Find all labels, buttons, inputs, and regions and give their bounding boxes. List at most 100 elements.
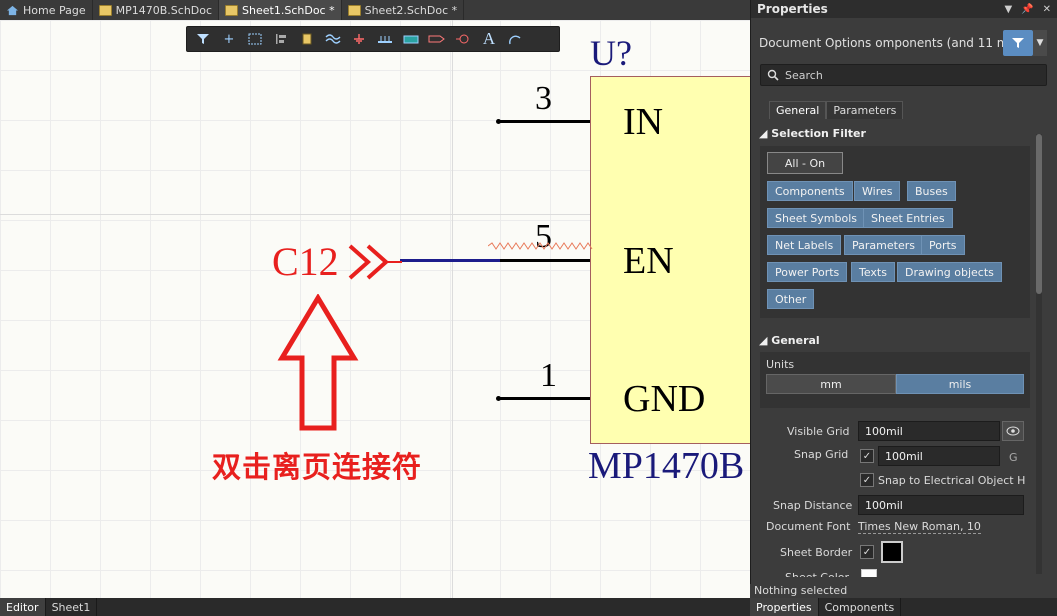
all-on-button[interactable]: All - On (767, 152, 843, 174)
annotation-text: 双击离页连接符 (212, 450, 423, 484)
search-icon (767, 69, 779, 81)
text-icon[interactable]: A (478, 29, 500, 49)
filter-components[interactable]: Components (767, 181, 853, 201)
harness-icon[interactable] (400, 29, 422, 49)
filter-sheet-symbols[interactable]: Sheet Symbols (767, 208, 866, 228)
panel-header: Properties ▼ 📌 ✕ (751, 0, 1057, 18)
add-icon[interactable]: + (218, 29, 240, 49)
wire-icon[interactable] (322, 29, 344, 49)
filter-other[interactable]: Other (767, 289, 815, 309)
home-icon (7, 5, 18, 15)
filter-drawing-objects[interactable]: Drawing objects (897, 262, 1002, 282)
error-squiggle (488, 242, 593, 250)
power-icon[interactable] (348, 29, 370, 49)
visible-grid-input[interactable]: 100mil (858, 421, 1000, 441)
filter-texts[interactable]: Texts (851, 262, 895, 282)
snap-grid-shortcut: G (1009, 451, 1018, 464)
pin-line-en[interactable] (498, 259, 590, 262)
filter-ports[interactable]: Ports (921, 235, 965, 255)
filter-parameters[interactable]: Parameters (844, 235, 923, 255)
pin-number-en: 5 (535, 218, 552, 255)
document-font-link[interactable]: Times New Roman, 10 (858, 520, 981, 534)
sheet-color-swatch[interactable] (861, 569, 877, 577)
units-mm-option[interactable]: mm (766, 374, 896, 394)
tab-properties[interactable]: Properties (750, 598, 819, 616)
sheet-border-color-swatch[interactable] (881, 541, 903, 563)
snap-grid-checkbox[interactable]: ✓ (860, 449, 874, 463)
pin-number-gnd: 1 (540, 357, 557, 394)
bus-icon[interactable] (374, 29, 396, 49)
align-icon[interactable] (270, 29, 292, 49)
active-bar: + A (186, 26, 560, 52)
filter-icon[interactable] (192, 29, 214, 49)
offsheet-connector-icon[interactable] (346, 242, 406, 282)
tab-home-page[interactable]: Home Page (0, 0, 93, 20)
collapse-icon: ◢ (759, 334, 772, 347)
schematic-canvas[interactable]: + A U? 3 IN 5 EN 1 GND MP1470B C12 双击离页连… (0, 20, 750, 598)
sheet-border-label: Sheet Border (780, 546, 853, 559)
close-icon[interactable]: ✕ (1043, 4, 1051, 15)
filter-icon (1012, 38, 1024, 48)
filter-wires[interactable]: Wires (854, 181, 901, 201)
filter-sheet-entries[interactable]: Sheet Entries (863, 208, 953, 228)
pin-line-in[interactable] (498, 120, 590, 123)
arc-icon[interactable] (504, 29, 526, 49)
sheet-color-label: Sheet Color (785, 571, 849, 577)
tab-label: Sheet1.SchDoc * (242, 3, 335, 17)
document-tab-bar: Home Page MP1470B.SchDoc Sheet1.SchDoc *… (0, 0, 750, 20)
schdoc-icon (225, 4, 239, 16)
part-icon[interactable] (296, 29, 318, 49)
properties-panel: Properties ▼ 📌 ✕ Document Options ompone… (750, 0, 1057, 598)
snap-grid-label: Snap Grid (794, 448, 849, 461)
filter-summary[interactable]: omponents (and 11 more) (875, 36, 1003, 50)
port-icon[interactable] (426, 29, 448, 49)
visible-grid-label: Visible Grid (787, 425, 850, 438)
pin-icon[interactable]: 📌 (1021, 4, 1033, 15)
units-label: Units (766, 358, 795, 371)
schdoc-icon (98, 4, 112, 16)
filter-net-labels[interactable]: Net Labels (767, 235, 842, 255)
tab-editor[interactable]: Editor (0, 598, 46, 616)
dropdown-icon[interactable]: ▼ (1004, 4, 1012, 15)
tab-general[interactable]: General (769, 101, 827, 119)
search-input[interactable]: Search (760, 64, 1047, 86)
general-header[interactable]: ◢ General (759, 334, 820, 347)
tab-sheet2-schdoc[interactable]: Sheet2.SchDoc * (342, 0, 465, 20)
wire[interactable] (400, 259, 500, 262)
pin-name-gnd: GND (623, 378, 706, 420)
units-mils-option[interactable]: mils (896, 374, 1024, 394)
collapse-icon: ◢ (759, 127, 772, 140)
pin-name-en: EN (623, 240, 674, 282)
selection-status: Nothing selected (750, 584, 1057, 598)
select-rect-icon[interactable] (244, 29, 266, 49)
annotation-up-arrow-icon (277, 294, 359, 431)
panel-bottom-tabs: Properties Components (750, 598, 1057, 616)
schdoc-icon (347, 4, 361, 16)
snap-grid-input[interactable]: 100mil (878, 446, 1000, 466)
properties-scrollbar-thumb[interactable] (1036, 134, 1042, 294)
tab-label: Home Page (23, 3, 86, 17)
filter-power-ports[interactable]: Power Ports (767, 262, 848, 282)
pin-number-in: 3 (535, 80, 552, 117)
component-designator[interactable]: U? (590, 32, 632, 74)
filter-dropdown-button[interactable]: ▼ (1033, 30, 1047, 56)
search-placeholder: Search (785, 68, 823, 82)
pin-name-in: IN (623, 101, 664, 143)
filter-buses[interactable]: Buses (907, 181, 956, 201)
directive-icon[interactable] (452, 29, 474, 49)
visibility-toggle-button[interactable] (1002, 421, 1024, 441)
filter-button[interactable] (1003, 30, 1033, 56)
component-comment[interactable]: MP1470B (588, 444, 744, 488)
sheet-border-checkbox[interactable]: ✓ (860, 545, 874, 559)
snap-distance-input[interactable]: 100mil (858, 495, 1024, 515)
tab-parameters[interactable]: Parameters (826, 101, 904, 119)
offsheet-connector-label[interactable]: C12 (272, 238, 339, 285)
tab-components[interactable]: Components (819, 598, 902, 616)
pin-line-gnd[interactable] (498, 397, 590, 400)
tab-sheet1-schdoc[interactable]: Sheet1.SchDoc * (219, 0, 342, 20)
snap-distance-label: Snap Distance (773, 499, 853, 512)
snap-electrical-checkbox[interactable]: ✓ (860, 473, 874, 487)
selection-filter-header[interactable]: ◢ Selection Filter (759, 127, 866, 140)
tab-sheet1[interactable]: Sheet1 (46, 598, 98, 616)
tab-mp1470b-schdoc[interactable]: MP1470B.SchDoc (93, 0, 220, 20)
